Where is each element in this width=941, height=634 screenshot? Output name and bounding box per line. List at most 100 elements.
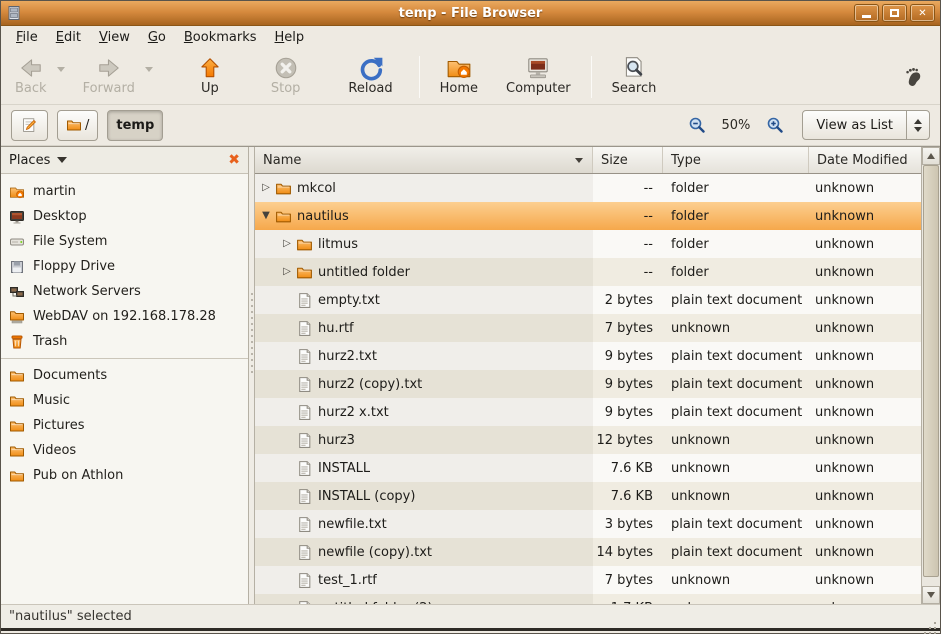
sidebar-list: martin Desktop File System Floppy Drive … bbox=[1, 174, 248, 488]
up-button[interactable]: Up bbox=[189, 53, 231, 99]
table-row[interactable]: newfile.txt 3 bytes plain text document … bbox=[255, 510, 921, 538]
name-cell: ▷ untitled folder bbox=[255, 258, 593, 286]
column-header-type[interactable]: Type bbox=[663, 147, 809, 173]
table-row[interactable]: hurz2 x.txt 9 bytes plain text document … bbox=[255, 398, 921, 426]
back-arrow-icon bbox=[18, 55, 44, 81]
chevron-down-icon[interactable] bbox=[57, 157, 67, 163]
minimize-button[interactable] bbox=[854, 4, 879, 22]
sidebar-item-webdav[interactable]: WebDAV on 192.168.178.28 bbox=[1, 304, 248, 329]
folder-icon bbox=[9, 368, 25, 384]
stop-button[interactable]: Stop bbox=[263, 53, 309, 99]
table-row[interactable]: ▷ untitled folder -- folder unknown bbox=[255, 258, 921, 286]
edit-location-button[interactable] bbox=[11, 110, 48, 141]
table-row[interactable]: untitled folder (2) 1.7 KB unknown unkno… bbox=[255, 594, 921, 604]
trash-icon bbox=[9, 334, 25, 350]
sidebar-item-filesystem[interactable]: File System bbox=[1, 229, 248, 254]
window-resize-grip[interactable] bbox=[934, 622, 936, 624]
table-row[interactable]: ▷ mkcol -- folder unknown bbox=[255, 174, 921, 202]
menu-file[interactable]: File bbox=[7, 28, 47, 47]
search-button[interactable]: Search bbox=[604, 53, 665, 99]
column-header-size[interactable]: Size bbox=[593, 147, 663, 173]
current-folder-button[interactable]: temp bbox=[107, 110, 163, 141]
table-row[interactable]: ▷ litmus -- folder unknown bbox=[255, 230, 921, 258]
reload-icon bbox=[358, 55, 384, 81]
menu-edit[interactable]: Edit bbox=[47, 28, 90, 47]
sidebar-item-pictures[interactable]: Pictures bbox=[1, 413, 248, 438]
computer-button[interactable]: Computer bbox=[498, 53, 579, 99]
table-row[interactable]: hu.rtf 7 bytes unknown unknown bbox=[255, 314, 921, 342]
name-cell: hurz2.txt bbox=[255, 342, 593, 370]
date-cell: unknown bbox=[809, 489, 921, 504]
forward-dropdown-icon[interactable] bbox=[145, 67, 153, 72]
sidebar-item-pub[interactable]: Pub on Athlon bbox=[1, 463, 248, 488]
date-cell: unknown bbox=[809, 377, 921, 392]
sidebar-title[interactable]: Places bbox=[9, 153, 50, 168]
column-header-date[interactable]: Date Modified bbox=[809, 147, 921, 173]
sidebar-item-network[interactable]: Network Servers bbox=[1, 279, 248, 304]
view-mode-select[interactable]: View as List bbox=[802, 110, 930, 140]
text-file-icon bbox=[296, 460, 313, 477]
scroll-up-button[interactable] bbox=[922, 147, 940, 165]
home-button[interactable]: Home bbox=[432, 53, 486, 99]
close-button[interactable]: ✕ bbox=[910, 4, 935, 22]
sidebar-item-floppy[interactable]: Floppy Drive bbox=[1, 254, 248, 279]
table-row[interactable]: newfile (copy).txt 14 bytes plain text d… bbox=[255, 538, 921, 566]
text-file-icon bbox=[296, 516, 313, 533]
date-cell: unknown bbox=[809, 461, 921, 476]
menu-bookmarks[interactable]: Bookmarks bbox=[175, 28, 266, 47]
scroll-down-button[interactable] bbox=[922, 586, 940, 604]
column-header-name[interactable]: Name bbox=[255, 147, 593, 173]
menu-view[interactable]: View bbox=[90, 28, 139, 47]
scrollbar-track[interactable] bbox=[922, 165, 940, 586]
expander-expanded-icon[interactable]: ▼ bbox=[259, 211, 273, 221]
table-row[interactable]: hurz3 12 bytes unknown unknown bbox=[255, 426, 921, 454]
vertical-scrollbar[interactable] bbox=[921, 147, 940, 604]
folder-icon bbox=[66, 117, 82, 133]
table-row[interactable]: hurz2 (copy).txt 9 bytes plain text docu… bbox=[255, 370, 921, 398]
titlebar[interactable]: temp - File Browser ✕ bbox=[1, 1, 940, 26]
edit-location-icon bbox=[20, 116, 39, 135]
table-row[interactable]: INSTALL 7.6 KB unknown unknown bbox=[255, 454, 921, 482]
text-file-icon bbox=[296, 292, 313, 309]
sidebar-item-documents[interactable]: Documents bbox=[1, 363, 248, 388]
sidebar-item-videos[interactable]: Videos bbox=[1, 438, 248, 463]
menu-help[interactable]: Help bbox=[266, 28, 314, 47]
table-row[interactable]: test_1.rtf 7 bytes unknown unknown bbox=[255, 566, 921, 594]
size-cell: 9 bytes bbox=[593, 377, 663, 392]
reload-button[interactable]: Reload bbox=[340, 53, 400, 99]
close-sidebar-icon[interactable]: ✖ bbox=[228, 153, 240, 167]
date-cell: unknown bbox=[809, 209, 921, 224]
status-bar: "nautilus" selected bbox=[1, 604, 940, 628]
expander-collapsed-icon[interactable]: ▷ bbox=[280, 267, 294, 277]
sidebar-item-desktop[interactable]: Desktop bbox=[1, 204, 248, 229]
menu-go[interactable]: Go bbox=[139, 28, 175, 47]
sidebar-item-music[interactable]: Music bbox=[1, 388, 248, 413]
up-arrow-icon bbox=[197, 55, 223, 81]
table-row[interactable]: INSTALL (copy) 7.6 KB unknown unknown bbox=[255, 482, 921, 510]
forward-arrow-icon bbox=[96, 55, 122, 81]
zoom-in-icon[interactable] bbox=[766, 116, 784, 134]
sidebar-item-home[interactable]: martin bbox=[1, 179, 248, 204]
expander-collapsed-icon[interactable]: ▷ bbox=[259, 183, 273, 193]
back-dropdown-icon[interactable] bbox=[57, 67, 65, 72]
root-path-button[interactable]: / bbox=[57, 110, 98, 141]
zoom-out-icon[interactable] bbox=[688, 116, 706, 134]
text-file-icon bbox=[296, 572, 313, 589]
computer-icon bbox=[525, 55, 551, 81]
type-cell: plain text document bbox=[663, 293, 809, 308]
shared-folder-icon bbox=[9, 309, 25, 325]
scrollbar-thumb[interactable] bbox=[923, 165, 939, 577]
sidebar-item-trash[interactable]: Trash bbox=[1, 329, 248, 354]
type-cell: unknown bbox=[663, 573, 809, 588]
forward-button[interactable]: Forward bbox=[75, 53, 143, 99]
table-row[interactable]: empty.txt 2 bytes plain text document un… bbox=[255, 286, 921, 314]
status-text: "nautilus" selected bbox=[9, 609, 132, 624]
back-button[interactable]: Back bbox=[7, 53, 55, 99]
view-mode-spinner[interactable] bbox=[906, 111, 929, 139]
maximize-button[interactable] bbox=[882, 4, 907, 22]
table-row[interactable]: hurz2.txt 9 bytes plain text document un… bbox=[255, 342, 921, 370]
expander-collapsed-icon[interactable]: ▷ bbox=[280, 239, 294, 249]
name-cell: ▼ nautilus bbox=[255, 202, 593, 230]
table-row-selected[interactable]: ▼ nautilus -- folder unknown bbox=[255, 202, 921, 230]
folder-icon bbox=[9, 443, 25, 459]
